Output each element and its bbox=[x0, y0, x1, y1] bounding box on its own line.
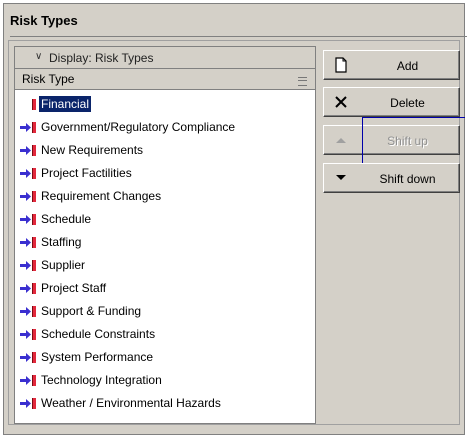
chevron-down-icon: ∨ bbox=[35, 51, 43, 62]
list-item[interactable]: Weather / Environmental Hazards bbox=[18, 392, 314, 415]
column-header-label: Risk Type bbox=[22, 72, 75, 86]
list-item[interactable]: Supplier bbox=[18, 254, 314, 277]
focus-indicator bbox=[362, 117, 363, 163]
focus-indicator bbox=[362, 117, 465, 118]
risk-type-icon bbox=[20, 352, 36, 363]
list-item[interactable]: Schedule bbox=[18, 208, 314, 231]
list-item-label: Weather / Environmental Hazards bbox=[41, 396, 221, 410]
list-item-label: Supplier bbox=[41, 258, 86, 272]
add-button[interactable]: Add bbox=[323, 50, 460, 80]
risk-type-icon bbox=[20, 191, 36, 202]
delete-button[interactable]: Delete bbox=[323, 87, 460, 117]
risk-type-icon bbox=[20, 99, 36, 110]
list-item-label: Schedule Constraints bbox=[41, 327, 156, 341]
risk-type-icon bbox=[20, 283, 36, 294]
risk-type-icon bbox=[20, 145, 36, 156]
risk-type-icon bbox=[20, 306, 36, 317]
list-item-label: System Performance bbox=[41, 350, 154, 364]
list-item[interactable]: Requirement Changes bbox=[18, 185, 314, 208]
list-item[interactable]: Support & Funding bbox=[18, 300, 314, 323]
shift-down-label: Shift down bbox=[379, 172, 436, 186]
list-item-label: Support & Funding bbox=[41, 304, 142, 318]
list-item[interactable]: Financial bbox=[18, 93, 314, 116]
shift-up-button[interactable]: Shift up bbox=[323, 125, 460, 155]
triangle-up-icon bbox=[336, 138, 346, 143]
list-item-label: Requirement Changes bbox=[41, 189, 162, 203]
list-item[interactable]: Staffing bbox=[18, 231, 314, 254]
title-divider bbox=[10, 36, 467, 37]
list-item-label: Financial bbox=[37, 95, 93, 113]
risk-type-icon bbox=[20, 237, 36, 248]
add-label: Add bbox=[396, 59, 419, 73]
triangle-down-icon bbox=[336, 175, 346, 180]
close-x-icon bbox=[335, 96, 347, 108]
column-header-risk-type[interactable]: Risk Type bbox=[15, 69, 315, 90]
list-rows: Financial Government/Regulatory Complianc… bbox=[18, 93, 314, 415]
list-item[interactable]: Project Staff bbox=[18, 277, 314, 300]
list-item[interactable]: New Requirements bbox=[18, 139, 314, 162]
risk-type-icon bbox=[20, 168, 36, 179]
new-page-icon bbox=[335, 57, 347, 73]
list-item-label: Project Factilities bbox=[41, 166, 132, 180]
list-item[interactable]: Technology Integration bbox=[18, 369, 314, 392]
list-item-label: Schedule bbox=[41, 212, 92, 226]
panel-title: Risk Types bbox=[10, 13, 78, 28]
list-item-label: Technology Integration bbox=[41, 373, 162, 387]
column-menu-icon[interactable] bbox=[298, 77, 307, 86]
risk-type-icon bbox=[20, 214, 36, 225]
shift-up-label: Shift up bbox=[387, 134, 428, 148]
list-item[interactable]: Government/Regulatory Compliance bbox=[18, 116, 314, 139]
delete-label: Delete bbox=[390, 96, 425, 110]
risk-type-icon bbox=[20, 260, 36, 271]
risk-type-icon bbox=[20, 329, 36, 340]
display-label: Display: Risk Types bbox=[49, 51, 154, 65]
risk-type-icon bbox=[20, 122, 36, 133]
shift-down-button[interactable]: Shift down bbox=[323, 163, 460, 193]
risk-type-list[interactable]: ∨ Display: Risk Types Risk Type Financia… bbox=[14, 46, 316, 424]
list-item[interactable]: System Performance bbox=[18, 346, 314, 369]
list-item-label: New Requirements bbox=[41, 143, 144, 157]
list-item[interactable]: Project Factilities bbox=[18, 162, 314, 185]
list-item-label: Staffing bbox=[41, 235, 82, 249]
list-item-label: Project Staff bbox=[41, 281, 107, 295]
risk-type-icon bbox=[20, 398, 36, 409]
list-item-label: Government/Regulatory Compliance bbox=[41, 120, 236, 134]
risk-type-icon bbox=[20, 375, 36, 386]
list-item[interactable]: Schedule Constraints bbox=[18, 323, 314, 346]
display-selector[interactable]: ∨ Display: Risk Types bbox=[15, 47, 315, 69]
